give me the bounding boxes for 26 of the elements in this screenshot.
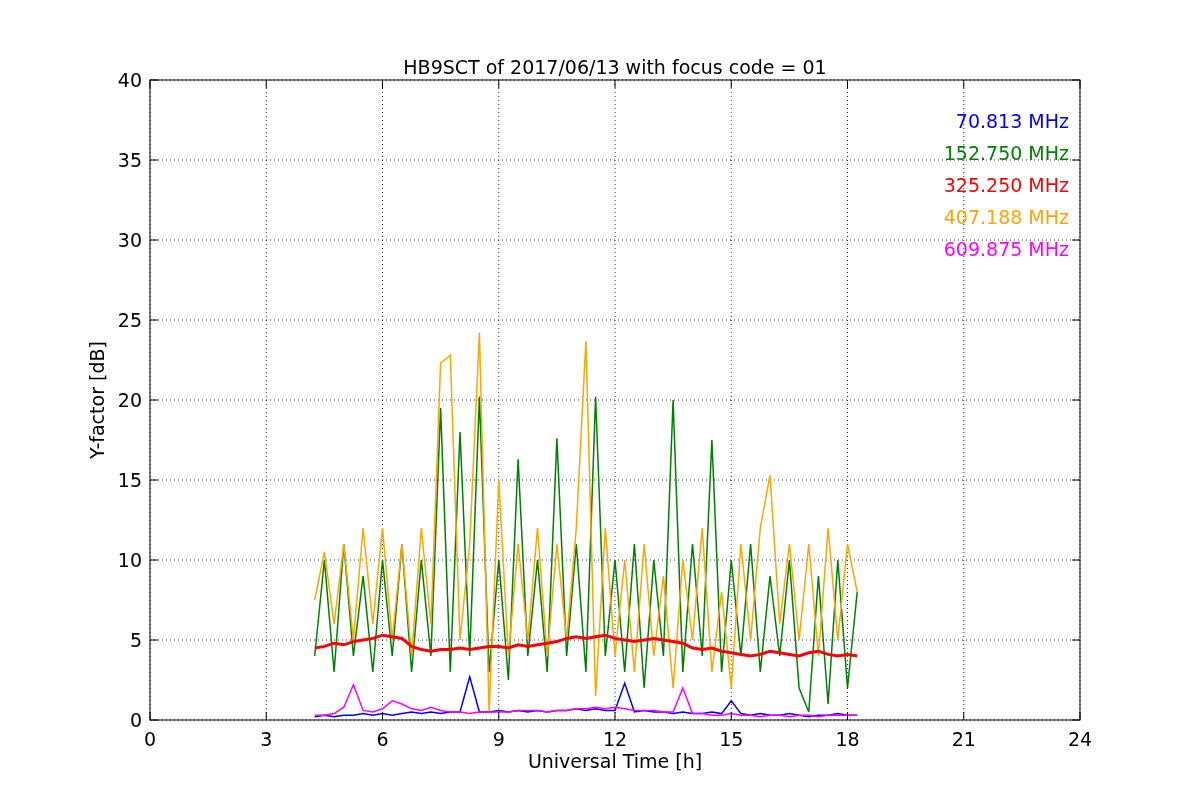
y-tick-label: 5 xyxy=(129,629,142,651)
y-tick-label: 15 xyxy=(117,469,142,491)
legend-label: 407.188 MHz xyxy=(943,206,1069,228)
y-tick-label: 25 xyxy=(117,309,142,331)
y-tick-label: 10 xyxy=(117,549,142,571)
y-tick-label: 40 xyxy=(117,69,142,91)
x-axis-label: Universal Time [h] xyxy=(527,750,703,772)
legend-label: 325.250 MHz xyxy=(943,174,1069,196)
x-tick-label: 6 xyxy=(376,728,389,750)
x-tick-label: 0 xyxy=(143,728,157,750)
x-tick-label: 21 xyxy=(951,728,976,750)
legend-label: 609.875 MHz xyxy=(943,238,1069,260)
chart-title: HB9SCT of 2017/06/13 with focus code = 01 xyxy=(403,56,827,78)
y-tick-label: 0 xyxy=(129,709,142,731)
x-tick-label: 18 xyxy=(835,728,860,750)
y-tick-label: 35 xyxy=(117,149,142,171)
y-tick-label: 20 xyxy=(117,389,142,411)
x-tick-label: 24 xyxy=(1067,728,1093,750)
x-tick-label: 12 xyxy=(602,728,628,750)
x-tick-label: 15 xyxy=(719,728,744,750)
x-tick-label: 3 xyxy=(260,728,273,750)
legend-label: 70.813 MHz xyxy=(955,110,1069,132)
y-axis-label: Y-factor [dB] xyxy=(86,341,108,459)
y-tick-label: 30 xyxy=(117,229,142,251)
legend-label: 152.750 MHz xyxy=(943,142,1069,164)
x-tick-label: 9 xyxy=(492,728,505,750)
